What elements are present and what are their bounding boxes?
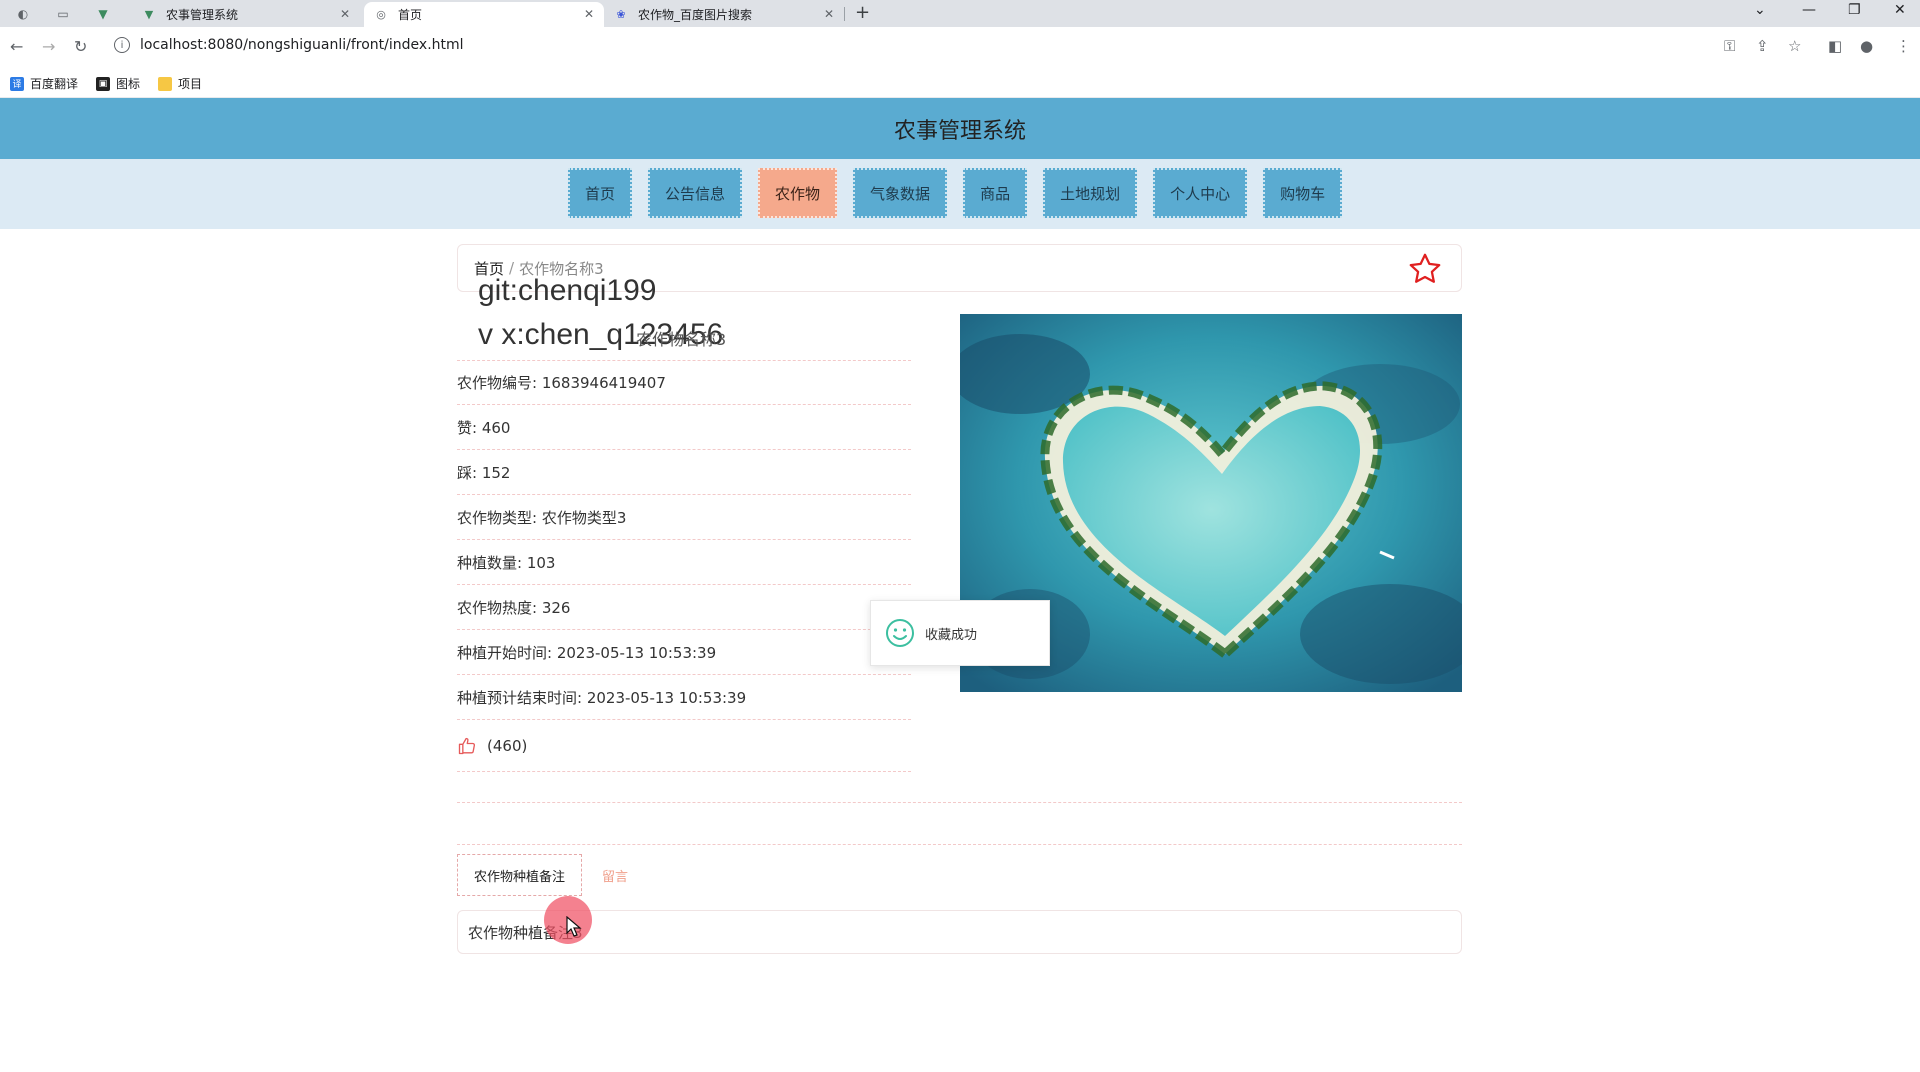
url-text: localhost:8080/nongshiguanli/front/index… <box>140 37 464 53</box>
nav-home[interactable]: 首页 <box>568 168 633 218</box>
baidu-paw-icon: ❀ <box>616 8 626 21</box>
nav-products[interactable]: 商品 <box>963 168 1028 218</box>
tab-separator <box>844 7 845 21</box>
bookmark-label: 项目 <box>178 77 203 91</box>
bookmark-star-icon[interactable]: ☆ <box>1788 37 1801 55</box>
close-icon[interactable]: ✕ <box>340 7 350 21</box>
share-icon[interactable]: ⇪ <box>1756 37 1769 55</box>
watermark-line-1: git:chenqi199 <box>478 274 657 307</box>
close-window-icon[interactable]: ✕ <box>1894 2 1906 18</box>
tab-vue-icon[interactable]: ▼ <box>92 4 114 24</box>
site-title: 农事管理系统 <box>893 118 1026 144</box>
main-nav: 首页 公告信息 农作物 气象数据 商品 土地规划 个人中心 购物车 <box>0 159 1920 229</box>
close-icon[interactable]: ✕ <box>584 7 594 21</box>
tab-search-chevron-icon[interactable]: ⌄ <box>1754 2 1766 18</box>
forward-arrow-icon[interactable]: → <box>42 37 55 56</box>
mouse-cursor-icon <box>566 916 582 937</box>
favorite-star-icon[interactable] <box>1407 251 1443 287</box>
restore-icon[interactable]: ❐ <box>1848 2 1861 18</box>
toast-message: 收藏成功 <box>925 627 978 643</box>
bookmark-label: 百度翻译 <box>30 77 79 91</box>
favorite-success-toast: 收藏成功 <box>870 600 1050 666</box>
folder-icon <box>158 76 173 91</box>
planting-note-content: 农作物种植备注3 <box>457 910 1462 954</box>
close-icon[interactable]: ✕ <box>824 7 834 21</box>
side-panel-icon[interactable]: ◧ <box>1828 37 1842 55</box>
tab-title: 农事管理系统 <box>166 8 239 22</box>
page-viewport: 农事管理系统 首页 公告信息 农作物 气象数据 商品 土地规划 个人中心 购物车… <box>0 98 1920 1072</box>
bookmark-item[interactable]: 译 百度翻译 <box>10 75 78 92</box>
nav-land-planning[interactable]: 土地规划 <box>1043 168 1138 218</box>
tab-comments[interactable]: 留言 <box>586 854 644 896</box>
crop-title: 农作物名称3 <box>636 330 727 349</box>
nav-cart[interactable]: 购物车 <box>1263 168 1343 218</box>
tab-globe-icon[interactable]: ◐ <box>12 4 34 24</box>
crop-detail-list: 农作物编号: 1683946419407 赞: 460 踩: 152 农作物类型… <box>457 360 911 772</box>
field-planting-quantity: 种植数量: 103 <box>457 540 911 585</box>
reload-icon[interactable]: ↻ <box>74 37 87 56</box>
field-crop-popularity: 农作物热度: 326 <box>457 585 911 630</box>
nav-profile[interactable]: 个人中心 <box>1153 168 1248 218</box>
field-planting-start: 种植开始时间: 2023-05-13 10:53:39 <box>457 630 911 675</box>
browser-tab-1[interactable]: ▼ 农事管理系统 ✕ <box>132 2 360 27</box>
menu-kebab-icon[interactable]: ⋮ <box>1896 37 1911 55</box>
translate-icon: 译 <box>10 76 24 91</box>
bookmark-item[interactable]: 项目 <box>158 75 202 92</box>
nav-announcements[interactable]: 公告信息 <box>648 168 743 218</box>
nav-crops[interactable]: 农作物 <box>758 168 838 218</box>
profile-avatar-icon[interactable]: ● <box>1860 37 1873 55</box>
browser-tab-2[interactable]: ◎ 首页 ✕ <box>364 2 604 27</box>
site-info-icon[interactable]: i <box>114 37 130 53</box>
url-field[interactable]: i localhost:8080/nongshiguanli/front/ind… <box>106 31 1766 59</box>
section-divider <box>457 844 1462 845</box>
thumbs-up-icon[interactable] <box>457 736 477 756</box>
detail-tabs: 农作物种植备注 留言 <box>457 854 644 896</box>
field-planting-end: 种植预计结束时间: 2023-05-13 10:53:39 <box>457 675 911 720</box>
bookmark-item[interactable]: ▣ 图标 <box>96 75 140 92</box>
address-toolbar: ← → ↻ i localhost:8080/nongshiguanli/fro… <box>0 27 1920 70</box>
field-likes: 赞: 460 <box>457 405 911 450</box>
like-count: (460) <box>487 736 528 755</box>
field-crop-type: 农作物类型: 农作物类型3 <box>457 495 911 540</box>
smile-icon <box>886 619 914 647</box>
field-dislikes: 踩: 152 <box>457 450 911 495</box>
tab-planting-notes[interactable]: 农作物种植备注 <box>457 854 583 896</box>
like-row: (460) <box>457 720 911 772</box>
browser-tab-3[interactable]: ❀ 农作物_百度图片搜索 ✕ <box>604 2 844 27</box>
tab-title: 首页 <box>398 8 423 22</box>
new-tab-plus-icon[interactable]: + <box>855 2 870 23</box>
key-icon[interactable]: ⚿ <box>1724 37 1735 55</box>
site-header: 农事管理系统 <box>0 98 1920 159</box>
section-divider <box>457 802 1462 803</box>
tab-title: 农作物_百度图片搜索 <box>638 8 753 22</box>
browser-tab-bar: ◐ ▭ ▼ ▼ 农事管理系统 ✕ ◎ 首页 ✕ ❀ 农作物_百度图片搜索 ✕ +… <box>0 0 1920 27</box>
back-arrow-icon[interactable]: ← <box>10 37 23 56</box>
tab-blank-icon[interactable]: ▭ <box>52 4 74 24</box>
field-crop-id: 农作物编号: 1683946419407 <box>457 360 911 405</box>
bookmark-label: 图标 <box>116 77 141 91</box>
bookmarks-bar: 译 百度翻译 ▣ 图标 项目 <box>0 70 1920 98</box>
nav-weather[interactable]: 气象数据 <box>853 168 948 218</box>
vue-icon: ▼ <box>144 8 154 21</box>
minimize-icon[interactable]: — <box>1802 2 1816 18</box>
globe-icon: ◎ <box>376 8 386 21</box>
bookmark-dark-icon: ▣ <box>96 76 111 91</box>
